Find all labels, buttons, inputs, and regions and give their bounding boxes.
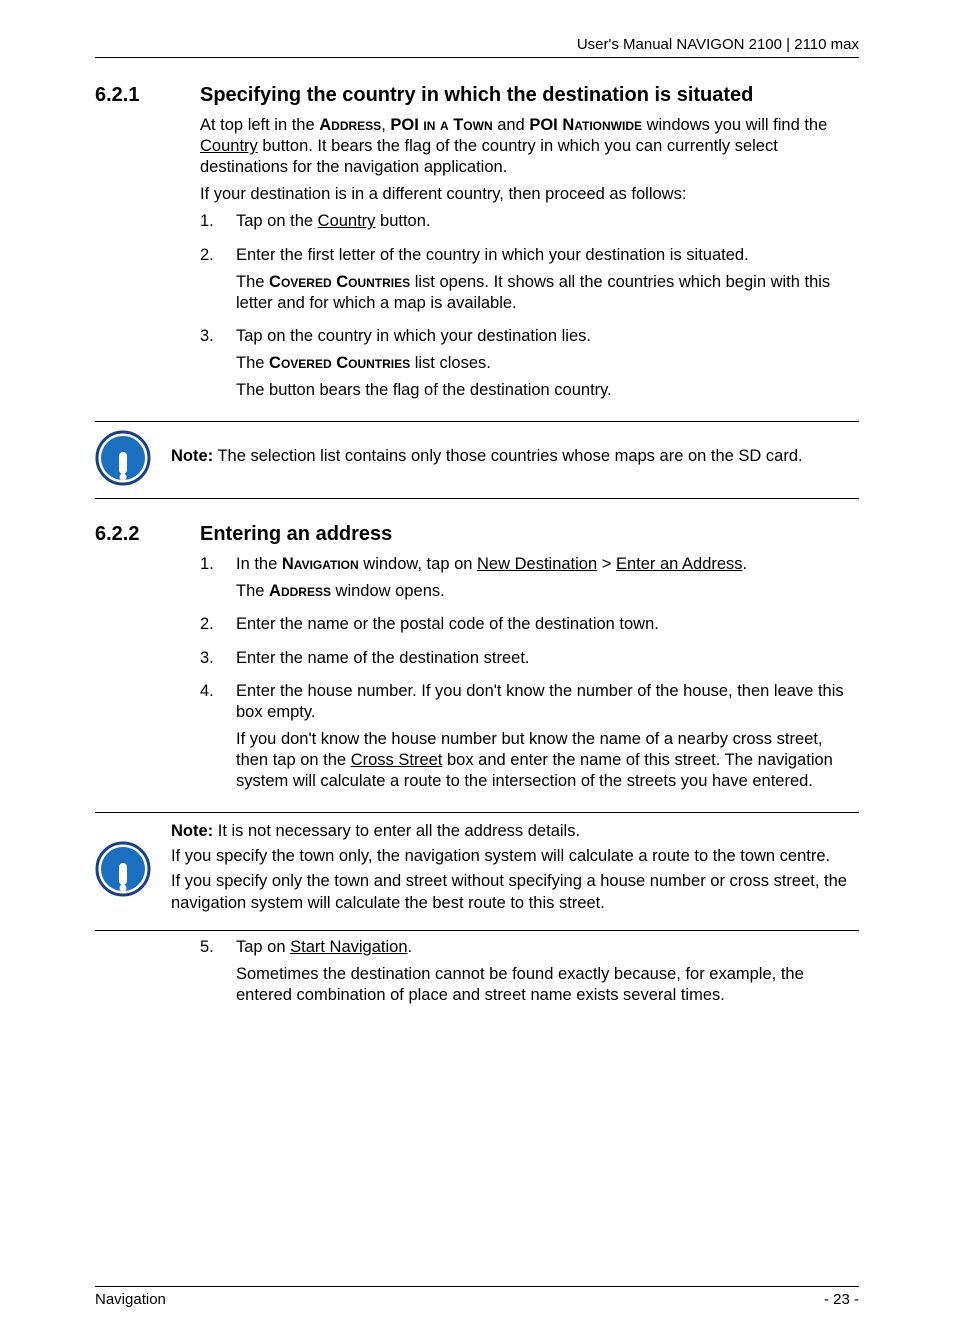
step-number: 2. (200, 245, 236, 320)
step-3-text: Tap on the country in which your destina… (236, 326, 859, 347)
section-heading-6-2-1: 6.2.1 Specifying the country in which th… (95, 84, 859, 107)
address-window-label: Address (319, 116, 381, 134)
info-icon (95, 841, 151, 897)
address-window-label: Address (269, 582, 331, 600)
list-item: 2. Enter the name or the postal code of … (200, 614, 859, 641)
covered-countries-label: Covered Countries (269, 273, 410, 291)
intro-paragraph-2: If your destination is in a different co… (200, 184, 859, 205)
start-navigation-ref: Start Navigation (290, 938, 407, 956)
list-item: 3. Enter the name of the destination str… (200, 648, 859, 675)
step-5-text: Tap on Start Navigation. (236, 937, 859, 958)
section-body-6-2-2: 1. In the Navigation window, tap on New … (200, 554, 859, 798)
header-text: User's Manual NAVIGON 2100 | 2110 max (577, 36, 859, 53)
footer-right: - 23 - (824, 1291, 859, 1308)
list-item: 1. Tap on the Country button. (200, 211, 859, 238)
intro-paragraph-1: At top left in the Address, POI in a Tow… (200, 115, 859, 178)
section-heading-6-2-2: 6.2.2 Entering an address (95, 523, 859, 546)
section-title: Specifying the country in which the dest… (200, 84, 753, 107)
list-item: 3. Tap on the country in which your dest… (200, 326, 859, 407)
step-2-text: Enter the name or the postal code of the… (236, 614, 859, 635)
info-icon (95, 430, 151, 486)
step-2-followup: The Covered Countries list opens. It sho… (236, 272, 859, 314)
poi-nationwide-label: POI Nationwide (529, 116, 642, 134)
section-number: 6.2.2 (95, 523, 200, 546)
step-number: 1. (200, 211, 236, 238)
list-item: 4. Enter the house number. If you don't … (200, 681, 859, 799)
list-item: 2. Enter the first letter of the country… (200, 245, 859, 320)
step-number: 1. (200, 554, 236, 608)
step-number: 5. (200, 937, 236, 1012)
step-1-text: In the Navigation window, tap on New Des… (236, 554, 859, 575)
covered-countries-label: Covered Countries (269, 354, 410, 372)
new-destination-ref: New Destination (477, 555, 597, 573)
step-4-followup: If you don't know the house number but k… (236, 729, 859, 792)
section-body-6-2-2-cont: 5. Tap on Start Navigation. Sometimes th… (200, 937, 859, 1012)
page-footer: Navigation - 23 - (95, 1286, 859, 1308)
step-number: 3. (200, 326, 236, 407)
section-title: Entering an address (200, 523, 392, 546)
navigation-window-label: Navigation (282, 555, 359, 573)
poi-in-a-town-label: POI in a Town (390, 116, 492, 134)
step-number: 4. (200, 681, 236, 799)
section-body-6-2-1: At top left in the Address, POI in a Tow… (200, 115, 859, 407)
step-2-text: Enter the first letter of the country in… (236, 245, 859, 266)
note-text: Note: It is not necessary to enter all t… (171, 821, 859, 917)
step-4-text: Enter the house number. If you don't kno… (236, 681, 859, 723)
list-item: 1. In the Navigation window, tap on New … (200, 554, 859, 608)
step-3-followup-1: The Covered Countries list closes. (236, 353, 859, 374)
country-button-ref: Country (318, 212, 376, 230)
step-3-followup-2: The button bears the flag of the destina… (236, 380, 859, 401)
note-block: Note: It is not necessary to enter all t… (95, 812, 859, 930)
step-number: 3. (200, 648, 236, 675)
step-number: 2. (200, 614, 236, 641)
list-item: 5. Tap on Start Navigation. Sometimes th… (200, 937, 859, 1012)
note-block: Note: The selection list contains only t… (95, 421, 859, 499)
step-1-text: Tap on the Country button. (236, 211, 859, 232)
step-1-followup: The Address window opens. (236, 581, 859, 602)
footer-left: Navigation (95, 1291, 166, 1308)
cross-street-ref: Cross Street (351, 751, 443, 769)
note-text: Note: The selection list contains only t… (171, 446, 803, 471)
enter-an-address-ref: Enter an Address (616, 555, 743, 573)
section-number: 6.2.1 (95, 84, 200, 107)
country-button-ref: Country (200, 137, 258, 155)
step-5-followup: Sometimes the destination cannot be foun… (236, 964, 859, 1006)
page-header: User's Manual NAVIGON 2100 | 2110 max (95, 36, 859, 58)
step-3-text: Enter the name of the destination street… (236, 648, 859, 669)
